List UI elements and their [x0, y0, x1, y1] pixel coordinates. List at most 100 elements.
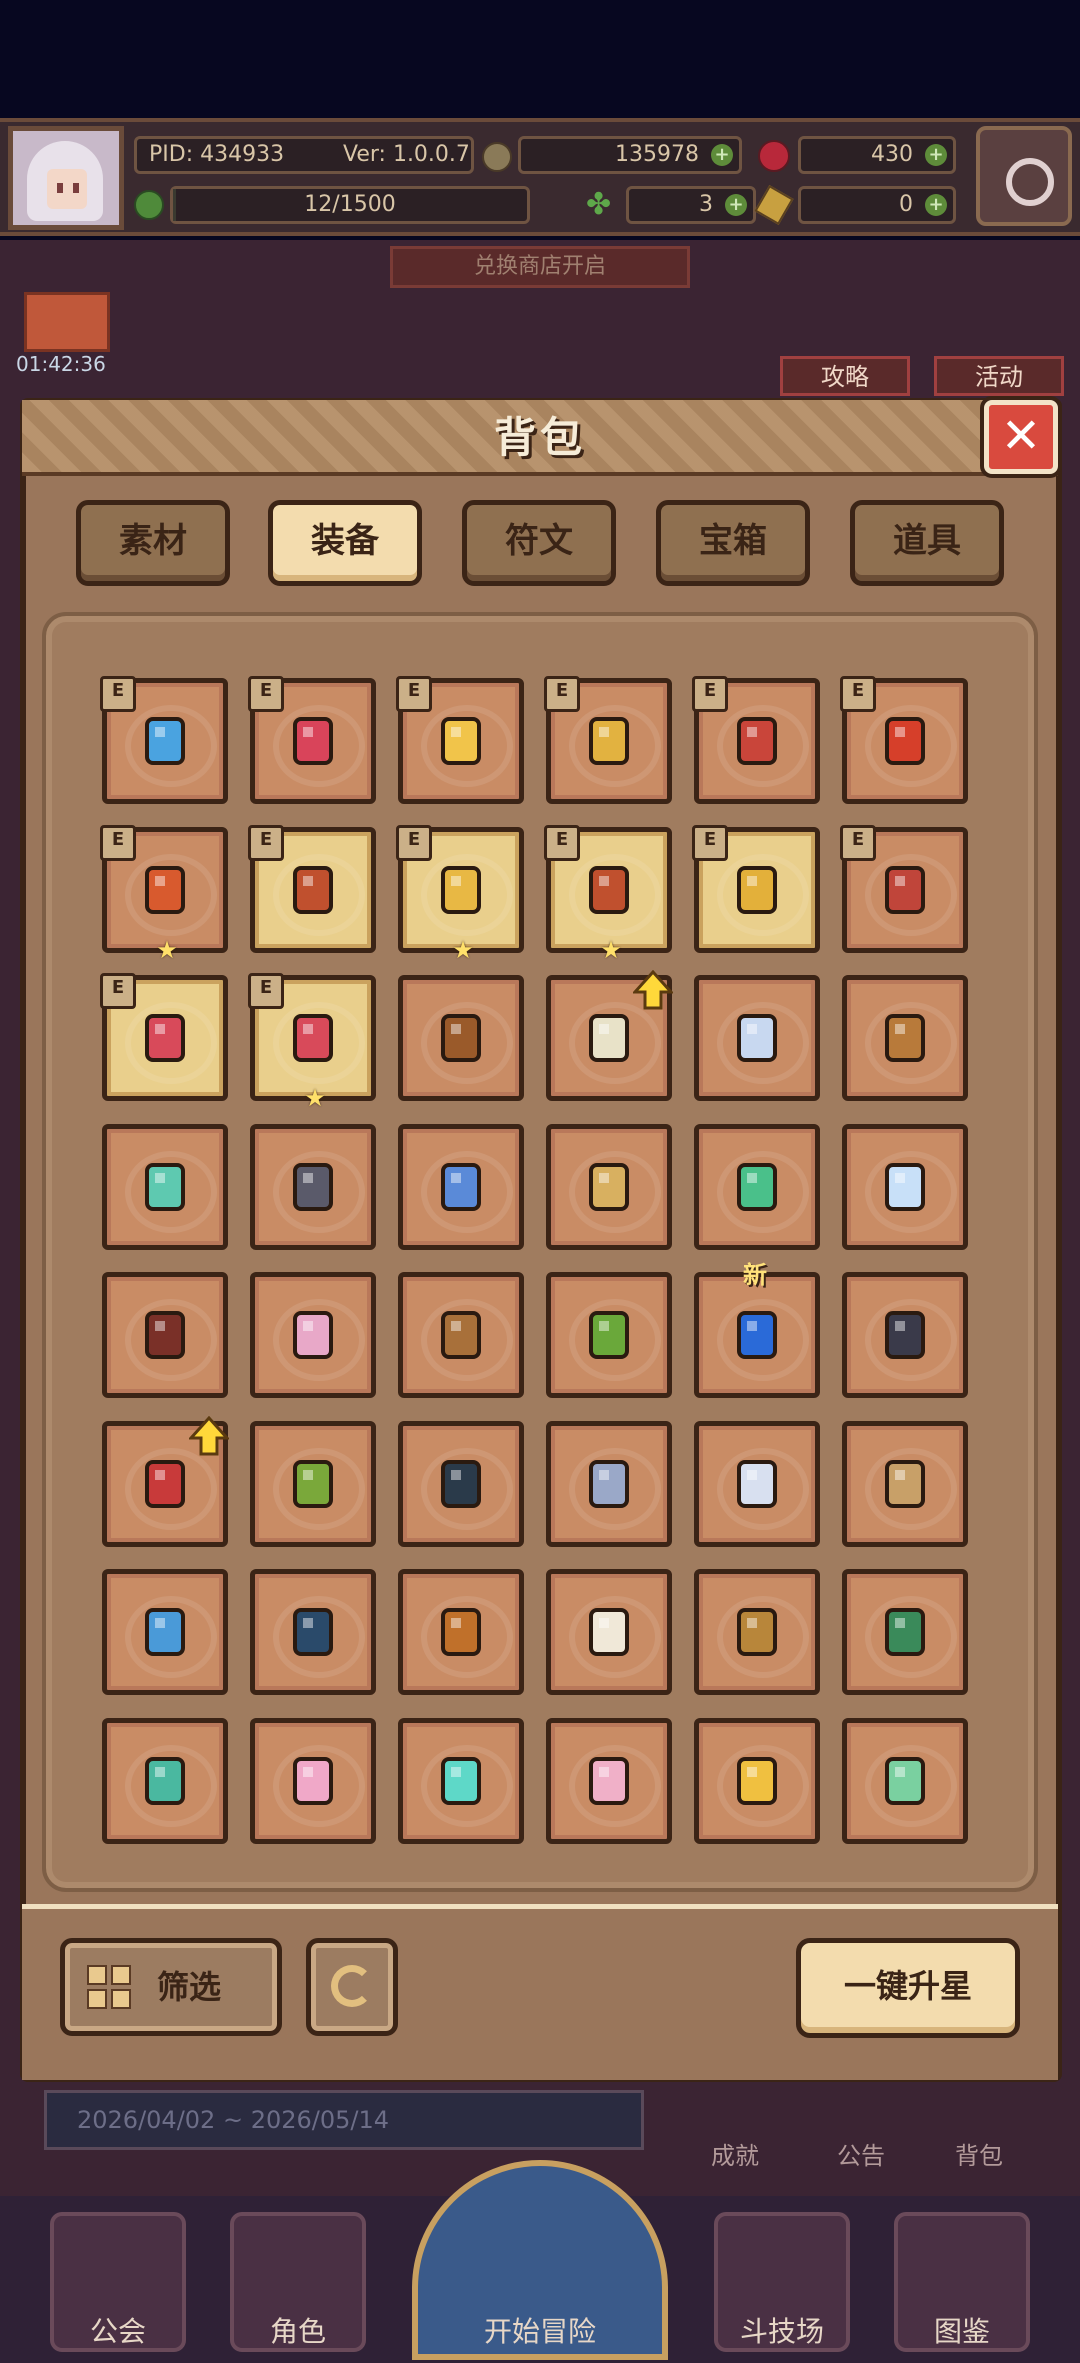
inventory-slot[interactable]: [842, 1718, 968, 1844]
inventory-slot[interactable]: [398, 1124, 524, 1250]
inventory-slot[interactable]: [398, 1421, 524, 1547]
gift-icon[interactable]: [24, 292, 110, 352]
character-nav-label: 角色: [269, 2315, 326, 2348]
copper-ring-icon: [429, 1600, 493, 1664]
add-gold-icon[interactable]: +: [711, 144, 733, 166]
refresh-button[interactable]: [306, 1938, 398, 2036]
inventory-slot[interactable]: [250, 1272, 376, 1398]
inventory-slot[interactable]: [250, 1124, 376, 1250]
exchange-shop-banner: 兑换商店开启: [390, 246, 690, 288]
energy-bar: 12/1500: [170, 186, 530, 224]
inventory-slot[interactable]: [398, 1718, 524, 1844]
equipped-badge: E: [248, 825, 284, 861]
inventory-slot[interactable]: [694, 1124, 820, 1250]
inventory-slot[interactable]: E: [840, 676, 968, 804]
achievement-button[interactable]: 成就: [690, 2136, 780, 2171]
inventory-slot[interactable]: [102, 1272, 228, 1398]
inventory-slot[interactable]: [398, 1272, 524, 1398]
clover-amount: 3: [699, 192, 713, 217]
key-counter: 0 +: [798, 186, 956, 224]
gold-ring-icon: [577, 709, 641, 773]
inventory-slot[interactable]: [250, 1718, 376, 1844]
notice-button[interactable]: 公告: [816, 2136, 906, 2171]
crystal-icon: [873, 1155, 937, 1219]
inventory-slot[interactable]: 新: [694, 1261, 820, 1398]
upgrade-all-button[interactable]: 一键升星: [796, 1938, 1020, 2038]
inventory-slot[interactable]: [398, 1569, 524, 1695]
equipped-badge: E: [840, 825, 876, 861]
inventory-slot[interactable]: E: [692, 825, 820, 953]
equipped-badge: E: [248, 973, 284, 1009]
inventory-slot[interactable]: [546, 1272, 672, 1398]
inventory-slot[interactable]: [250, 1421, 376, 1547]
inventory-slot[interactable]: E ★: [396, 825, 524, 962]
ruby-plate-icon: [133, 1006, 197, 1070]
new-badge: 新: [743, 1261, 767, 1289]
inventory-slot[interactable]: E: [396, 676, 524, 804]
ruby-icon: [758, 140, 790, 172]
gold-ring-icon: [429, 709, 493, 773]
inventory-slot[interactable]: [842, 1272, 968, 1398]
inventory-slot[interactable]: E ★: [544, 825, 672, 962]
tab-equipment[interactable]: 装备: [268, 500, 422, 586]
inventory-slot[interactable]: [250, 1569, 376, 1695]
tab-materials[interactable]: 素材: [76, 500, 230, 586]
tab-chests[interactable]: 宝箱: [656, 500, 810, 586]
inventory-slot[interactable]: E: [544, 676, 672, 804]
inventory-slot[interactable]: [694, 1718, 820, 1844]
inventory-slot[interactable]: E: [248, 825, 376, 953]
inventory-slot[interactable]: E: [100, 676, 228, 804]
add-gem-icon[interactable]: +: [925, 144, 947, 166]
inventory-slot[interactable]: [842, 975, 968, 1101]
codex-nav-label: 图鉴: [933, 2315, 990, 2348]
settings-button[interactable]: [976, 126, 1072, 226]
inventory-slot[interactable]: [546, 1421, 672, 1547]
inventory-slot[interactable]: [546, 1124, 672, 1250]
inventory-slot[interactable]: [694, 1421, 820, 1547]
diamond-icon: [429, 1749, 493, 1813]
guide-button[interactable]: 攻略: [780, 356, 910, 396]
inventory-slot[interactable]: [102, 1569, 228, 1695]
inventory-slot[interactable]: [398, 975, 524, 1101]
start-adventure-label: 开始冒险: [483, 2315, 596, 2348]
inventory-slot[interactable]: [842, 1421, 968, 1547]
add-key-icon[interactable]: +: [925, 194, 947, 216]
inventory-slot[interactable]: [546, 969, 675, 1101]
guild-nav-label: 公会: [89, 2315, 146, 2348]
inventory-slot[interactable]: E: [248, 676, 376, 804]
inventory-slot[interactable]: [842, 1124, 968, 1250]
tab-runes[interactable]: 符文: [462, 500, 616, 586]
event-button[interactable]: 活动: [934, 356, 1064, 396]
rose-ring-icon: [281, 1600, 345, 1664]
pink-robe-icon: [281, 1303, 345, 1367]
player-avatar[interactable]: [8, 126, 124, 230]
inventory-slot[interactable]: [546, 1569, 672, 1695]
filter-button[interactable]: 筛选: [60, 1938, 282, 2036]
inventory-slot[interactable]: E ★: [248, 973, 376, 1110]
inventory-slot[interactable]: [842, 1569, 968, 1695]
inventory-slot[interactable]: [102, 1415, 231, 1547]
equipped-badge: E: [840, 676, 876, 712]
bag-shortcut-button[interactable]: 背包: [934, 2136, 1024, 2171]
inventory-slot[interactable]: [546, 1718, 672, 1844]
tab-items[interactable]: 道具: [850, 500, 1004, 586]
gold-counter: 135978 +: [518, 136, 742, 174]
inventory-slot[interactable]: [694, 975, 820, 1101]
inventory-slot[interactable]: [102, 1718, 228, 1844]
star-icon: ★: [304, 1084, 326, 1112]
inventory-grid: [42, 612, 1038, 1892]
add-clover-icon[interactable]: +: [725, 194, 747, 216]
blue-armor-icon: [725, 1303, 789, 1367]
close-button[interactable]: ✕: [984, 400, 1058, 474]
inventory-slot[interactable]: E: [692, 676, 820, 804]
inventory-slot[interactable]: E: [840, 825, 968, 953]
inventory-slot[interactable]: [694, 1569, 820, 1695]
refresh-icon: [331, 1965, 373, 2007]
equipped-badge: E: [692, 676, 728, 712]
inventory-slot[interactable]: [102, 1124, 228, 1250]
inventory-slot[interactable]: E: [100, 973, 228, 1101]
armor-icon: [873, 709, 937, 773]
jade-arrow-icon: [725, 1155, 789, 1219]
inventory-slot[interactable]: E ★: [100, 825, 228, 962]
jade-necklace-icon: [873, 1749, 937, 1813]
